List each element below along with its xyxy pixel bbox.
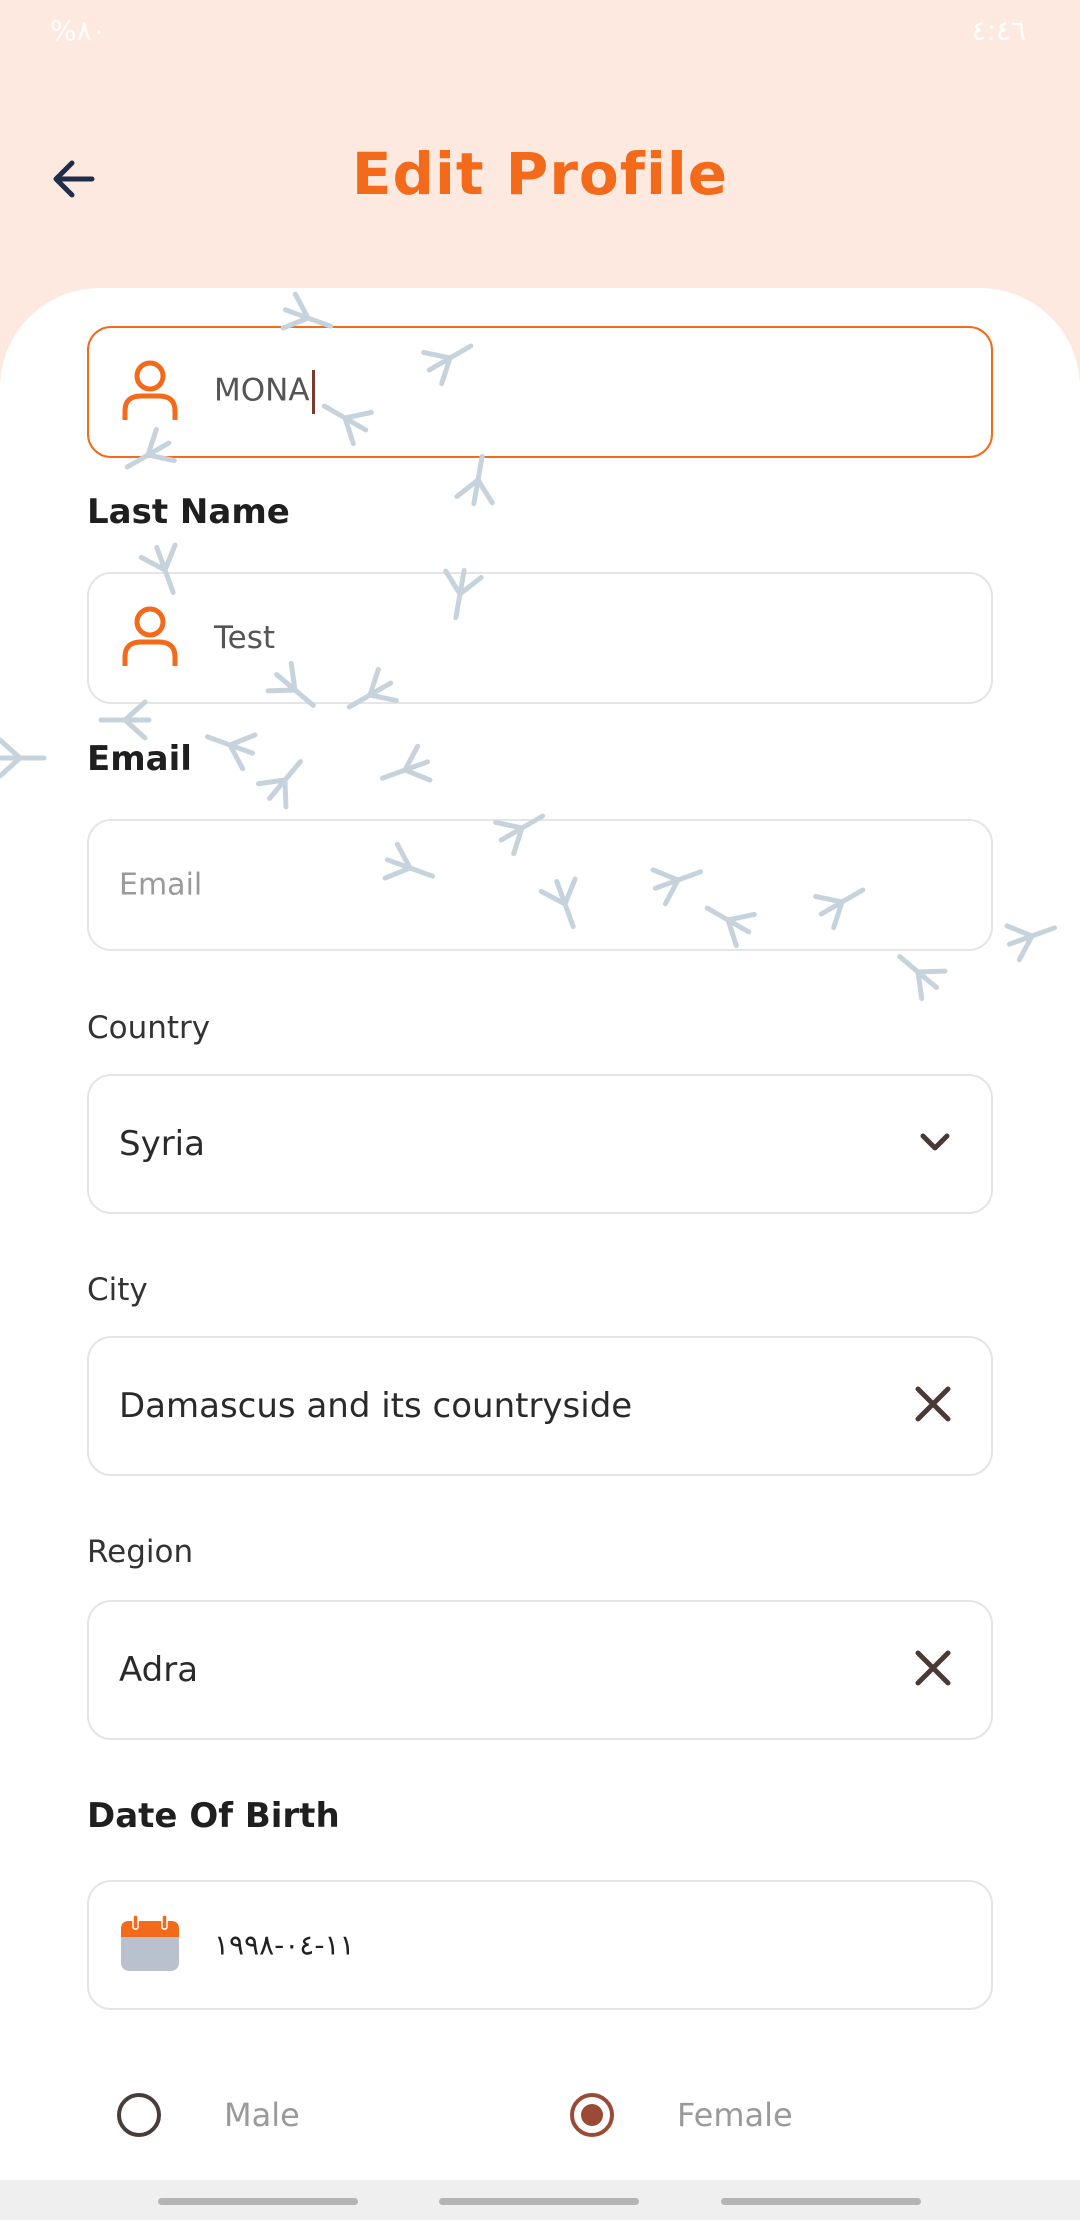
radio-female[interactable] [570,2093,614,2137]
country-value: Syria [119,1124,205,1164]
male-label[interactable]: Male [224,2096,300,2134]
text-cursor [311,370,315,414]
country-dropdown[interactable]: Syria [87,1074,993,1214]
last-name-field[interactable]: Test [87,572,993,704]
dob-value: ١١-٠٤-١٩٩٨ [214,1928,355,1962]
gender-selector: Male Female [0,2080,1080,2150]
chevron-down-icon [915,1122,955,1166]
last-name-value: Test [214,620,276,656]
region-label: Region [87,1534,194,1570]
status-bar: %٨٠ ٤:٤٦ [0,0,1080,64]
region-dropdown[interactable]: Adra [87,1600,993,1740]
battery-status: %٨٠ [50,14,107,47]
page-title: Edit Profile [351,140,729,208]
app-header: Edit Profile [0,100,1080,250]
last-name-label: Last Name [87,492,290,532]
email-placeholder: Email [119,867,203,903]
country-label: Country [87,1010,211,1046]
dob-label: Date Of Birth [87,1796,340,1836]
female-label[interactable]: Female [677,2096,793,2134]
city-dropdown[interactable]: Damascus and its countryside [87,1336,993,1476]
city-label: City [87,1272,148,1308]
first-name-value: MONA [214,372,310,409]
profile-form: MONA Last Name Test Email Email Country … [0,288,1080,2188]
nav-recents[interactable] [158,2198,358,2205]
city-value: Damascus and its countryside [119,1386,633,1426]
first-name-field[interactable]: MONA [87,326,993,458]
person-icon [119,603,181,673]
email-label: Email [87,739,192,779]
clock: ٤:٤٦ [971,14,1026,47]
system-nav-bar [0,2180,1080,2220]
radio-male[interactable] [117,2093,161,2137]
nav-home[interactable] [439,2198,639,2205]
close-icon[interactable] [911,1382,955,1430]
nav-back[interactable] [721,2198,921,2205]
email-field[interactable]: Email [87,819,993,951]
calendar-icon [119,1913,181,1977]
dob-field[interactable]: ١١-٠٤-١٩٩٨ [87,1880,993,2010]
person-icon [119,357,181,427]
close-icon[interactable] [911,1646,955,1694]
region-value: Adra [119,1650,199,1690]
